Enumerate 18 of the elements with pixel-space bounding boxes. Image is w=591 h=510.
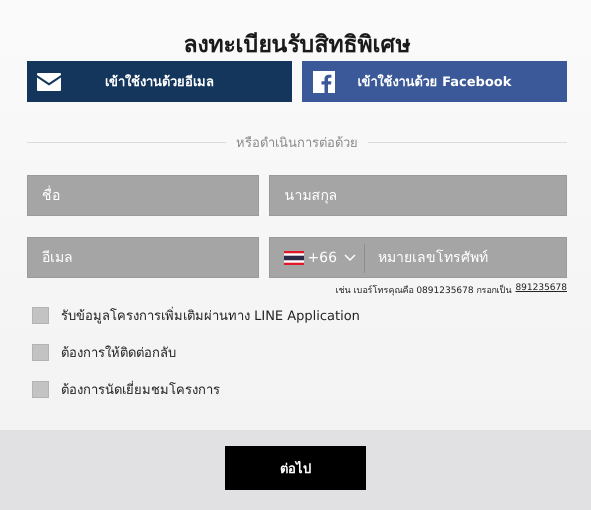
phone-hint: เช่น เบอร์โทรคุณคือ 0891235678 กรอกเป็น <box>336 284 512 297</box>
checkbox-label: รับข้อมูลโครงการเพิ่มเติมผ่านทาง LINE Application <box>61 305 360 326</box>
divider-label: หรือดำเนินการต่อด้วย <box>236 135 358 153</box>
text-field[interactable]: อีเมล <box>27 237 260 278</box>
phone-example: 891235678 <box>515 283 567 295</box>
checkbox-label: ต้องการนัดเยี่ยมชมโครงการ <box>61 379 220 400</box>
checkbox[interactable] <box>32 381 49 398</box>
checkbox[interactable] <box>32 307 49 324</box>
text-field[interactable]: ชื่อ <box>27 175 260 216</box>
email-login-button[interactable]: เข้าใช้งานด้วยอีเมล <box>27 61 292 102</box>
facebook-login-button[interactable]: เข้าใช้งานด้วย Facebook <box>302 61 567 102</box>
checkbox-label: ต้องการให้ติดต่อกลับ <box>61 344 176 363</box>
facebook-icon <box>313 70 335 92</box>
page-title: ลงทะเบียนรับสิทธิพิเศษ <box>182 31 412 60</box>
checkbox[interactable] <box>32 344 49 361</box>
next-button[interactable]: ต่อไป <box>225 446 366 490</box>
envelope-icon <box>37 72 61 90</box>
text-field[interactable]: นามสกุล <box>269 175 567 216</box>
